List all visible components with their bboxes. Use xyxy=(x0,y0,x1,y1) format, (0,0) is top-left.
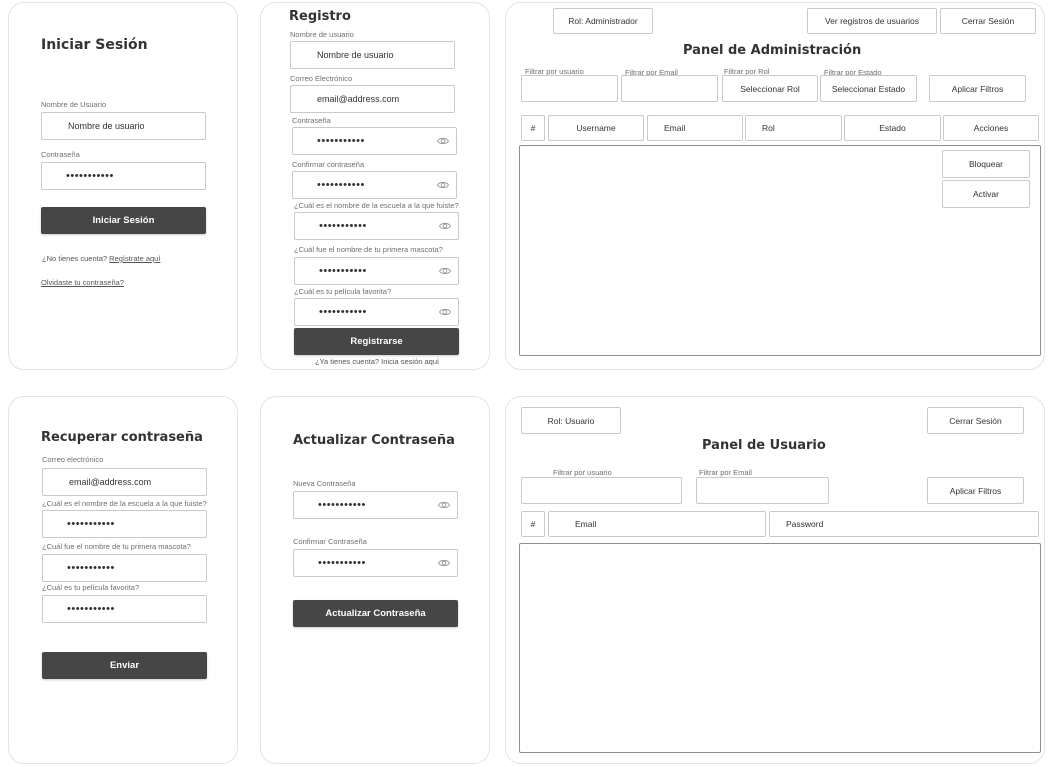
col-header-state: Estado xyxy=(844,115,941,141)
user-table-body xyxy=(519,543,1041,753)
confirm-new-password-input[interactable]: ••••••••••• xyxy=(293,549,458,577)
reg-username-input[interactable]: Nombre de usuario xyxy=(290,41,455,69)
login-title: Iniciar Sesión xyxy=(41,37,148,53)
user-title: Panel de Usuario xyxy=(702,438,826,453)
user-filter-email-label: Filtrar por Email xyxy=(699,468,752,477)
password-label: Contraseña xyxy=(41,150,80,159)
apply-filters-button[interactable]: Aplicar Filtros xyxy=(929,75,1026,102)
new-password-label: Nueva Contraseña xyxy=(293,479,356,488)
reg-password-input[interactable]: ••••••••••• xyxy=(292,127,457,155)
admin-panel: Rol: Administrador Ver registros de usua… xyxy=(505,2,1045,370)
reg-q2-input[interactable]: ••••••••••• xyxy=(294,257,459,285)
user-logout-button[interactable]: Cerrar Sesión xyxy=(927,407,1024,434)
no-account-text: ¿No tienes cuenta? xyxy=(42,254,108,263)
register-prompt: ¿No tienes cuenta? Regístrate aquí xyxy=(42,254,160,263)
user-apply-filters-button[interactable]: Aplicar Filtros xyxy=(927,477,1024,504)
rec-q1-label: ¿Cuál es el nombre de la escuela a la qu… xyxy=(42,499,207,508)
user-col-header-number: # xyxy=(521,511,545,537)
username-label: Nombre de Usuario xyxy=(41,100,107,109)
user-panel: Rol: Usuario Cerrar Sesión Panel de Usua… xyxy=(505,396,1045,764)
reg-password-value: ••••••••••• xyxy=(317,135,365,147)
rec-q1-input[interactable]: ••••••••••• xyxy=(42,510,207,538)
login-link[interactable]: ¿Ya tienes cuenta? Inicia sesión aquí xyxy=(315,357,439,366)
password-input[interactable]: ••••••••••• xyxy=(41,162,206,190)
confirm-new-password-label: Confirmar Contraseña xyxy=(293,537,367,546)
filter-user-input[interactable] xyxy=(521,75,618,102)
reg-email-input[interactable]: email@address.com xyxy=(290,85,455,113)
new-password-input[interactable]: ••••••••••• xyxy=(293,491,458,519)
reg-confirm-label: Confirmar contraseña xyxy=(292,160,365,169)
reg-q2-value: ••••••••••• xyxy=(319,265,367,277)
col-header-username: Username xyxy=(548,115,644,141)
user-filter-user-label: Filtrar por usuario xyxy=(553,468,612,477)
recover-panel: Recuperar contraseña Correo electrónico … xyxy=(8,396,238,764)
reg-q1-label: ¿Cuál es el nombre de la escuela a la qu… xyxy=(294,201,459,210)
register-button[interactable]: Registrarse xyxy=(294,328,459,355)
recover-title: Recuperar contraseña xyxy=(41,430,203,445)
new-password-value: ••••••••••• xyxy=(318,499,366,511)
col-header-email: Email xyxy=(647,115,743,141)
rec-q2-input[interactable]: ••••••••••• xyxy=(42,554,207,582)
forgot-password-prompt: Olvidaste tu contraseña? xyxy=(41,278,124,287)
user-col-header-email: Email xyxy=(548,511,766,537)
eye-icon[interactable] xyxy=(437,180,449,190)
rec-email-label: Correo electrónico xyxy=(42,455,104,464)
logout-button[interactable]: Cerrar Sesión xyxy=(940,8,1036,34)
confirm-new-password-value: ••••••••••• xyxy=(318,557,366,569)
col-header-number: # xyxy=(521,115,545,141)
update-password-button[interactable]: Actualizar Contraseña xyxy=(293,600,458,627)
eye-icon[interactable] xyxy=(439,266,451,276)
rec-email-input[interactable]: email@address.com xyxy=(42,468,207,496)
send-button[interactable]: Enviar xyxy=(42,652,207,679)
login-panel: Iniciar Sesión Nombre de Usuario Nombre … xyxy=(8,2,238,370)
user-filter-user-input[interactable] xyxy=(521,477,682,504)
user-col-header-password: Password xyxy=(769,511,1039,537)
filter-role-select[interactable]: Seleccionar Rol xyxy=(722,75,818,102)
update-title: Actualizar Contraseña xyxy=(293,433,455,448)
login-button[interactable]: Iniciar Sesión xyxy=(41,207,206,234)
username-input[interactable]: Nombre de usuario xyxy=(41,112,206,140)
register-link[interactable]: Regístrate aquí xyxy=(109,254,160,263)
user-filter-email-input[interactable] xyxy=(696,477,829,504)
role-badge: Rol: Administrador xyxy=(553,8,653,34)
update-password-panel: Actualizar Contraseña Nueva Contraseña •… xyxy=(260,396,490,764)
reg-q1-input[interactable]: ••••••••••• xyxy=(294,212,459,240)
rec-q3-label: ¿Cuál es tu película favorita? xyxy=(42,583,140,592)
view-logs-button[interactable]: Ver registros de usuarios xyxy=(807,8,937,34)
block-button[interactable]: Bloquear xyxy=(942,150,1030,178)
eye-icon[interactable] xyxy=(439,307,451,317)
filter-state-select[interactable]: Seleccionar Estado xyxy=(820,75,917,102)
reg-confirm-input[interactable]: ••••••••••• xyxy=(292,171,457,199)
register-panel: Registro Nombre de usuario Nombre de usu… xyxy=(260,2,490,370)
reg-password-label: Contraseña xyxy=(292,116,331,125)
reg-q3-label: ¿Cuál es tu película favorita? xyxy=(294,287,392,296)
eye-icon[interactable] xyxy=(439,221,451,231)
eye-icon[interactable] xyxy=(437,136,449,146)
eye-icon[interactable] xyxy=(438,500,450,510)
activate-button[interactable]: Activar xyxy=(942,180,1030,208)
reg-confirm-value: ••••••••••• xyxy=(317,179,365,191)
user-role-badge: Rol: Usuario xyxy=(521,407,621,434)
reg-email-label: Correo Electrónico xyxy=(290,74,353,83)
col-header-role: Rol xyxy=(745,115,842,141)
col-header-actions: Acciones xyxy=(943,115,1039,141)
reg-q3-value: ••••••••••• xyxy=(319,306,367,318)
reg-q3-input[interactable]: ••••••••••• xyxy=(294,298,459,326)
rec-q2-label: ¿Cuál fue el nombre de tu primera mascot… xyxy=(42,542,191,551)
register-title: Registro xyxy=(289,9,351,24)
forgot-password-link[interactable]: Olvidaste tu contraseña? xyxy=(41,278,124,287)
reg-q2-label: ¿Cuál fue el nombre de tu primera mascot… xyxy=(294,245,443,254)
reg-q1-value: ••••••••••• xyxy=(319,220,367,232)
eye-icon[interactable] xyxy=(438,558,450,568)
filter-email-input[interactable] xyxy=(621,75,718,102)
reg-username-label: Nombre de usuario xyxy=(290,30,354,39)
admin-title: Panel de Administración xyxy=(683,43,862,58)
rec-q3-input[interactable]: ••••••••••• xyxy=(42,595,207,623)
